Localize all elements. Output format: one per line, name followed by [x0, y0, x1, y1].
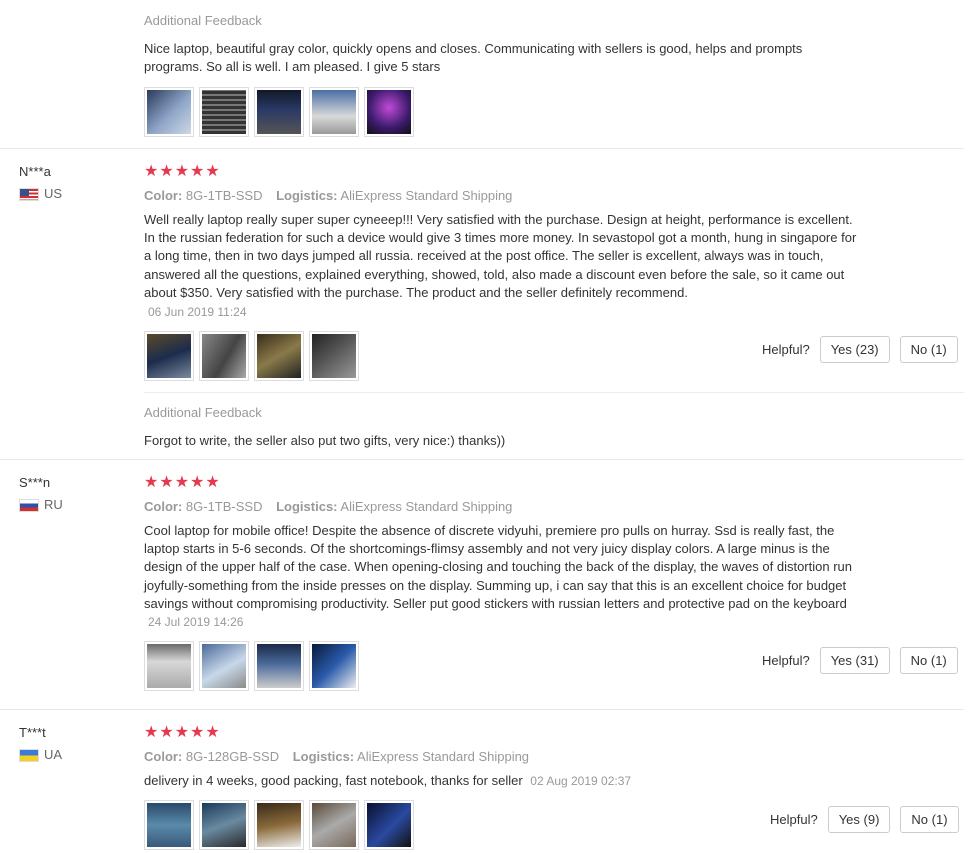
country-code: UA — [44, 747, 63, 762]
helpful-vote: Helpful? Yes (9) No (1) — [770, 806, 959, 833]
review-photo[interactable] — [254, 87, 304, 138]
reviewer-name: S***n — [19, 475, 51, 490]
color-value: 8G-1TB-SSD — [185, 188, 263, 203]
review-meta: Color: 8G-1TB-SSD Logistics: AliExpress … — [144, 498, 978, 516]
review-date: 02 Aug 2019 02:37 — [530, 774, 632, 788]
review-photo[interactable] — [254, 331, 304, 382]
color-label: Color: — [144, 499, 183, 514]
review-photo[interactable] — [364, 800, 414, 851]
additional-feedback-text: Forgot to write, the seller also put two… — [144, 433, 506, 448]
reviewer-name: N***a — [19, 164, 51, 179]
color-value: 8G-1TB-SSD — [185, 499, 263, 514]
color-label: Color: — [144, 188, 183, 203]
helpful-vote: Helpful? Yes (31) No (1) — [762, 647, 958, 674]
helpful-label: Helpful? — [770, 812, 818, 827]
review-photo[interactable] — [309, 331, 359, 382]
review-divider — [0, 148, 964, 149]
color-label: Color: — [144, 749, 183, 764]
reviewer-name: T***t — [19, 725, 46, 740]
ru-flag-icon — [19, 498, 39, 512]
helpful-no-button[interactable]: No (1) — [899, 647, 958, 674]
logistics-label: Logistics: — [276, 188, 338, 203]
ua-flag-icon — [19, 748, 39, 762]
helpful-no-button[interactable]: No (1) — [900, 806, 959, 833]
reviewer-info: S***n RU — [19, 474, 129, 514]
review-text: Cool laptop for mobile office! Despite t… — [144, 522, 864, 631]
review-photo[interactable] — [309, 800, 359, 851]
review-divider — [0, 459, 964, 460]
review-divider — [0, 709, 964, 710]
additional-feedback-title: Additional Feedback — [144, 405, 262, 420]
logistics-label: Logistics: — [276, 499, 338, 514]
review-photo[interactable] — [364, 87, 414, 138]
review-photo[interactable] — [254, 800, 304, 851]
review-photo[interactable] — [309, 87, 359, 138]
us-flag-icon — [19, 187, 39, 201]
reviewer-country: RU — [19, 496, 129, 514]
helpful-yes-button[interactable]: Yes (23) — [819, 336, 890, 363]
star-rating: ★★★★★ — [144, 724, 221, 741]
color-value: 8G-128GB-SSD — [185, 749, 280, 764]
review-date: 06 Jun 2019 11:24 — [148, 305, 247, 320]
helpful-vote: Helpful? Yes (23) No (1) — [762, 336, 958, 363]
review-text: Well really laptop really super super cy… — [144, 211, 864, 321]
photo-strip — [144, 87, 978, 138]
reviewer-info: T***t UA — [19, 724, 129, 764]
helpful-label: Helpful? — [762, 342, 810, 357]
logistics-value: AliExpress Standard Shipping — [340, 188, 513, 203]
helpful-label: Helpful? — [762, 653, 810, 668]
helpful-yes-button[interactable]: Yes (31) — [819, 647, 890, 674]
logistics-value: AliExpress Standard Shipping — [340, 499, 513, 514]
review-photo[interactable] — [309, 641, 359, 692]
reviewer-country: UA — [19, 746, 129, 764]
review-body: Cool laptop for mobile office! Despite t… — [144, 523, 852, 611]
review-photo[interactable] — [199, 87, 249, 138]
review-photo[interactable] — [199, 641, 249, 692]
reviewer-info: N***a US — [19, 163, 129, 203]
review-photo[interactable] — [254, 641, 304, 692]
review-text: delivery in 4 weeks, good packing, fast … — [144, 772, 864, 790]
country-code: US — [44, 186, 63, 201]
additional-feedback-text: Nice laptop, beautiful gray color, quick… — [144, 41, 803, 75]
review-photo[interactable] — [199, 331, 249, 382]
helpful-no-button[interactable]: No (1) — [899, 336, 958, 363]
logistics-value: AliExpress Standard Shipping — [357, 749, 530, 764]
review-photo[interactable] — [199, 800, 249, 851]
review-meta: Color: 8G-1TB-SSD Logistics: AliExpress … — [144, 187, 978, 205]
country-code: RU — [44, 497, 63, 512]
review-date: 24 Jul 2019 14:26 — [148, 615, 244, 630]
review-photo[interactable] — [144, 641, 194, 692]
review-body: Well really laptop really super super cy… — [144, 212, 857, 300]
star-rating: ★★★★★ — [144, 474, 221, 491]
review-photo[interactable] — [144, 87, 194, 138]
helpful-yes-button[interactable]: Yes (9) — [827, 806, 891, 833]
logistics-label: Logistics: — [292, 749, 355, 764]
review-body: delivery in 4 weeks, good packing, fast … — [144, 773, 523, 788]
review-photo[interactable] — [144, 800, 194, 851]
review-meta: Color: 8G-128GB-SSD Logistics: AliExpres… — [144, 748, 978, 766]
feedback-divider — [144, 392, 964, 393]
star-rating: ★★★★★ — [144, 163, 221, 180]
additional-feedback-title: Additional Feedback — [144, 13, 262, 28]
reviewer-country: US — [19, 185, 129, 203]
review-photo[interactable] — [144, 331, 194, 382]
